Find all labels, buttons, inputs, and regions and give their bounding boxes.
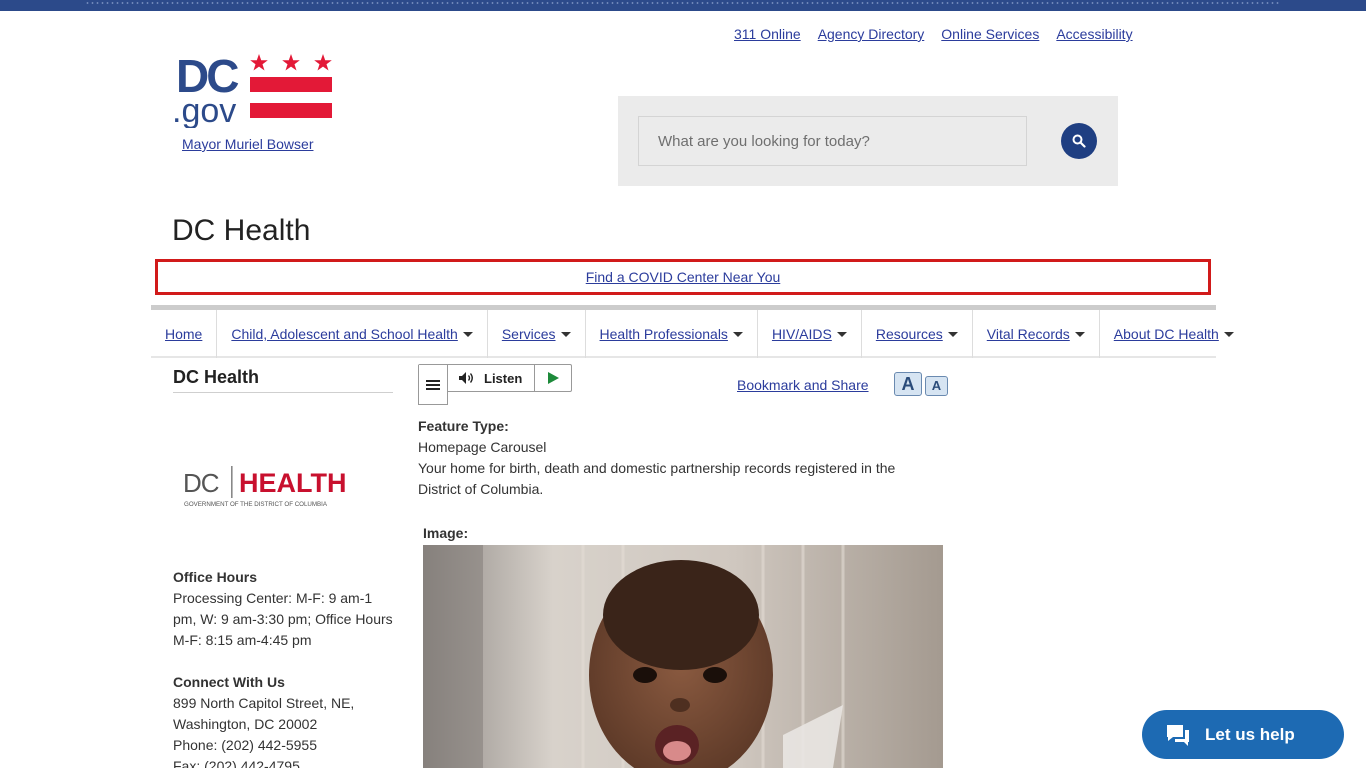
svg-text:HEALTH: HEALTH bbox=[239, 468, 347, 498]
feature-description: Your home for birth, death and domestic … bbox=[418, 460, 896, 497]
baby-photo bbox=[423, 545, 943, 768]
chat-icon bbox=[1167, 724, 1189, 746]
caret-down-icon[interactable] bbox=[1223, 331, 1234, 337]
office-hours: Office Hours Processing Center: M-F: 9 a… bbox=[173, 567, 398, 651]
speaker-icon bbox=[459, 372, 473, 384]
caret-down-icon[interactable] bbox=[836, 331, 847, 337]
caret-down-icon[interactable] bbox=[462, 331, 473, 337]
search-button[interactable] bbox=[1061, 123, 1097, 159]
link-agency-directory[interactable]: Agency Directory bbox=[818, 26, 925, 42]
listen-menu-button[interactable] bbox=[418, 365, 448, 405]
nav-item-health-professionals[interactable]: Health Professionals bbox=[586, 310, 758, 358]
nav-label[interactable]: HIV/AIDS bbox=[772, 326, 832, 342]
search-box bbox=[618, 96, 1118, 186]
listen-toolbar: Listen bbox=[418, 364, 573, 405]
play-button[interactable] bbox=[535, 365, 571, 391]
nav-label[interactable]: About DC Health bbox=[1114, 326, 1219, 342]
caret-down-icon[interactable] bbox=[732, 331, 743, 337]
bookmark-share-link[interactable]: Bookmark and Share bbox=[737, 377, 869, 393]
image-label: Image: bbox=[423, 525, 469, 541]
play-icon bbox=[547, 372, 559, 384]
caret-down-icon[interactable] bbox=[947, 331, 958, 337]
mayor-link[interactable]: Mayor Muriel Bowser bbox=[182, 136, 313, 152]
address-line-1: 899 North Capitol Street, NE, bbox=[173, 695, 355, 711]
nav-label[interactable]: Health Professionals bbox=[600, 326, 728, 342]
nav-item-resources[interactable]: Resources bbox=[862, 310, 973, 358]
utility-nav: 311 Online Agency Directory Online Servi… bbox=[734, 26, 1150, 42]
svg-text:.gov: .gov bbox=[172, 92, 236, 128]
top-banner bbox=[0, 0, 1366, 11]
nav-item-vital-records[interactable]: Vital Records bbox=[973, 310, 1100, 358]
font-increase-button[interactable]: A bbox=[894, 372, 922, 396]
search-icon bbox=[1072, 134, 1086, 148]
svg-text:DC: DC bbox=[183, 468, 219, 498]
listen-label: Listen bbox=[484, 370, 523, 386]
main-nav: Home Child, Adolescent and School Health… bbox=[151, 310, 1234, 358]
nav-label[interactable]: Home bbox=[165, 326, 202, 342]
nav-label[interactable]: Services bbox=[502, 326, 556, 342]
let-us-help-button[interactable]: Let us help bbox=[1142, 710, 1344, 759]
link-online-services[interactable]: Online Services bbox=[941, 26, 1039, 42]
dc-health-logo: DC HEALTH GOVERNMENT OF THE DISTRICT OF … bbox=[183, 465, 363, 509]
phone-number: Phone: (202) 442-5955 bbox=[173, 737, 317, 753]
caret-down-icon[interactable] bbox=[1074, 331, 1085, 337]
hamburger-icon bbox=[426, 379, 440, 390]
sidebar-title: DC Health bbox=[173, 367, 393, 393]
nav-label[interactable]: Child, Adolescent and School Health bbox=[231, 326, 457, 342]
nav-item-about[interactable]: About DC Health bbox=[1100, 310, 1248, 358]
nav-item-services[interactable]: Services bbox=[488, 310, 586, 358]
font-decrease-button[interactable]: A bbox=[925, 376, 948, 396]
nav-item-child-health[interactable]: Child, Adolescent and School Health bbox=[217, 310, 488, 358]
office-hours-text: Processing Center: M-F: 9 am-1 pm, W: 9 … bbox=[173, 590, 393, 648]
search-input[interactable] bbox=[638, 116, 1027, 166]
nav-item-hiv-aids[interactable]: HIV/AIDS bbox=[758, 310, 862, 358]
link-accessibility[interactable]: Accessibility bbox=[1056, 26, 1132, 42]
page-title: DC Health bbox=[172, 214, 311, 247]
svg-text:GOVERNMENT OF THE DISTRICT OF: GOVERNMENT OF THE DISTRICT OF COLUMBIA bbox=[184, 501, 328, 508]
fax-number: Fax: (202) 442-4795 bbox=[173, 758, 300, 768]
office-hours-heading: Office Hours bbox=[173, 569, 258, 585]
nav-label[interactable]: Vital Records bbox=[987, 326, 1070, 342]
covid-center-link[interactable]: Find a COVID Center Near You bbox=[586, 269, 781, 285]
caret-down-icon[interactable] bbox=[560, 331, 571, 337]
help-label: Let us help bbox=[1205, 724, 1295, 744]
connect-heading: Connect With Us bbox=[173, 674, 285, 690]
link-311-online[interactable]: 311 Online bbox=[734, 26, 801, 42]
nav-item-home[interactable]: Home bbox=[151, 310, 218, 358]
feature-type-label: Feature Type: bbox=[418, 418, 509, 434]
covid-alert-banner: Find a COVID Center Near You bbox=[155, 259, 1211, 295]
feature-type-value: Homepage Carousel bbox=[418, 439, 547, 455]
dc-gov-logo[interactable]: DC .gov bbox=[172, 50, 334, 130]
listen-button[interactable]: Listen bbox=[448, 365, 536, 391]
nav-label[interactable]: Resources bbox=[876, 326, 943, 342]
address-line-2: Washington, DC 20002 bbox=[173, 716, 318, 732]
contact-info: Connect With Us 899 North Capitol Street… bbox=[173, 672, 398, 768]
